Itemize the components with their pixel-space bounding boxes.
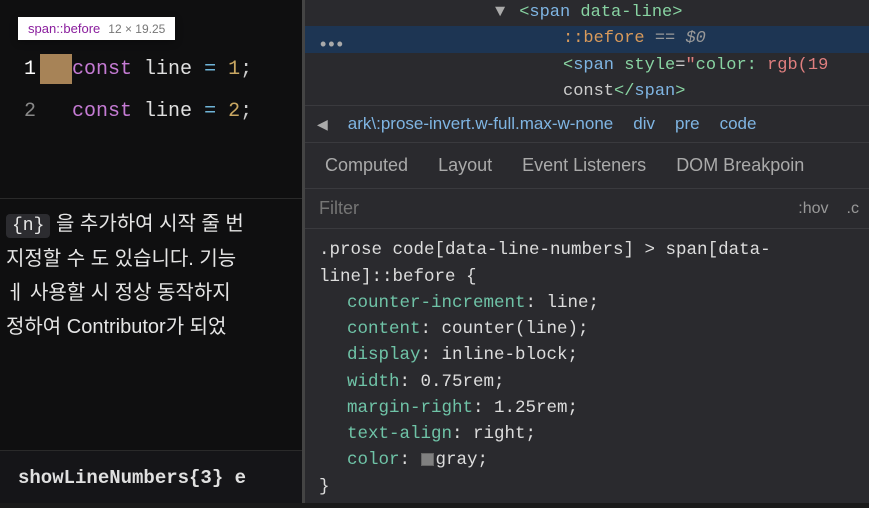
number: 1 [228,58,240,81]
tree-node-before-pseudo[interactable]: ::before == $0 [305,26,869,52]
highlight-box [40,54,72,84]
inline-code: {n} [6,214,50,238]
css-selector[interactable]: .prose code[data-line-numbers] > span[da… [319,237,855,290]
variable: line [144,58,192,81]
hov-toggle[interactable]: :hov [798,200,828,218]
bottom-code-snippet: showLineNumbers{3} e [0,450,302,503]
css-rule-block[interactable]: .prose code[data-line-numbers] > span[da… [305,229,869,508]
line-number: 1 [12,58,36,81]
editor-panel: span::before 12 × 19.25 1 const line = 1… [0,0,302,503]
article-text: {n} 을 추가하여 시작 줄 번 지정할 수 도 있습니다. 기능 ㅔ 사용할… [0,198,302,352]
css-declaration[interactable]: display: inline-block; [319,342,855,368]
tab-computed[interactable]: Computed [325,155,408,176]
css-declaration[interactable]: counter-increment: line; [319,290,855,316]
overflow-menu-icon[interactable]: ••• [320,34,345,55]
css-declaration[interactable]: margin-right: 1.25rem; [319,395,855,421]
expand-arrow-icon[interactable]: ▼ [495,0,509,26]
punct: ; [240,100,252,123]
tooltip-selector: span::before [28,21,100,36]
keyword: const [72,58,132,81]
keyword: const [72,100,132,123]
breadcrumb: ◀ ark\:prose-invert.w-full.max-w-none di… [305,105,869,143]
styles-filter-input[interactable] [315,190,798,227]
tab-event-listeners[interactable]: Event Listeners [522,155,646,176]
tree-node-inner-span[interactable]: <span style="color: rgb(19 [495,53,869,79]
code-line[interactable]: 1 const line = 1 ; [0,48,302,90]
code-block: 1 const line = 1 ; 2 const line = 2 ; [0,48,302,132]
tooltip-dimensions: 12 × 19.25 [108,22,165,36]
css-declaration[interactable]: text-align: right; [319,421,855,447]
breadcrumb-item[interactable]: ark\:prose-invert.w-full.max-w-none [348,114,613,134]
elements-tree[interactable]: ▼ <span data-line> ::before == $0 <span … [305,0,869,105]
code-line[interactable]: 2 const line = 2 ; [0,90,302,132]
css-declaration[interactable]: content: counter(line); [319,316,855,342]
tree-node-span[interactable]: ▼ <span data-line> [495,0,869,26]
tab-dom-breakpoints[interactable]: DOM Breakpoin [676,155,804,176]
css-declaration[interactable]: width: 0.75rem; [319,369,855,395]
color-swatch-icon[interactable] [421,453,434,466]
devtools-panel: ••• ▼ <span data-line> ::before == $0 <s… [302,0,869,503]
punct: ; [240,58,252,81]
line-number: 2 [12,100,36,123]
operator: = [204,58,216,81]
styles-subtabs: Computed Layout Event Listeners DOM Brea… [305,143,869,189]
tree-node-text[interactable]: const</span> [495,79,869,105]
operator: = [204,100,216,123]
element-tooltip: span::before 12 × 19.25 [18,17,175,40]
styles-filter-row: :hov .c [305,189,869,229]
css-declaration[interactable]: color: gray; [319,447,855,473]
breadcrumb-item[interactable]: pre [675,114,700,134]
number: 2 [228,100,240,123]
css-close-brace: } [319,474,855,500]
breadcrumb-back-icon[interactable]: ◀ [317,116,328,133]
tab-layout[interactable]: Layout [438,155,492,176]
breadcrumb-item[interactable]: code [720,114,757,134]
variable: line [144,100,192,123]
breadcrumb-item[interactable]: div [633,114,655,134]
cls-toggle[interactable]: .c [847,200,859,218]
